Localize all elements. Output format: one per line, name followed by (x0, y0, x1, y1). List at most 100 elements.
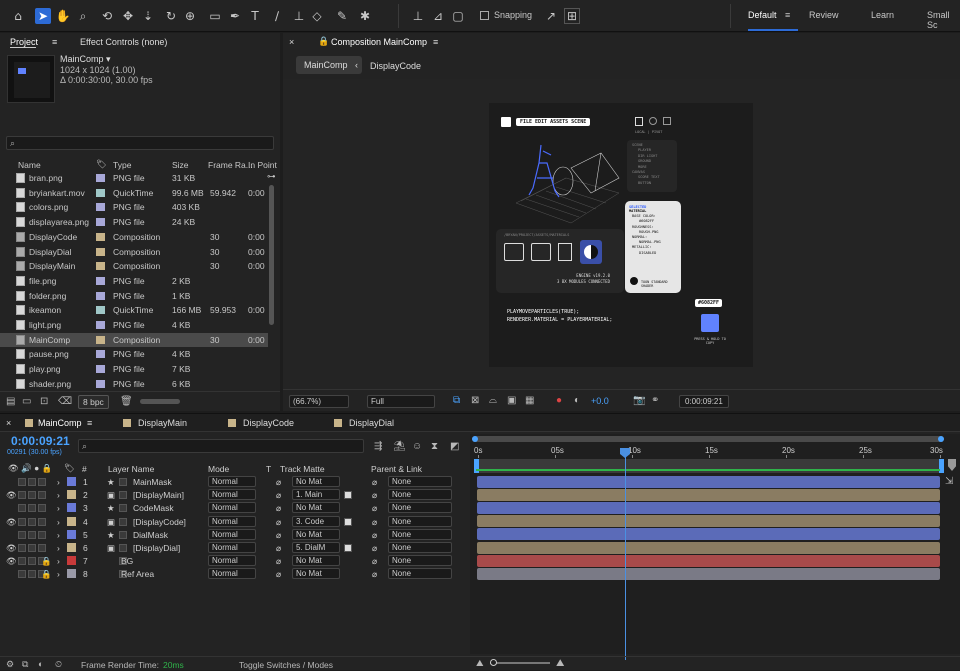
expand-switches-icon[interactable]: ⧉ (22, 659, 28, 670)
channel-icon[interactable]: ● (556, 395, 562, 406)
project-item[interactable]: bran.png PNG file 31 KB (0, 171, 268, 186)
layer-duration-bar[interactable] (477, 554, 940, 567)
project-item[interactable]: file.png PNG file 2 KB (0, 274, 268, 289)
col-name[interactable]: Name (18, 160, 41, 170)
comp-button-icon[interactable]: ⇲ (945, 476, 953, 487)
label-swatch[interactable] (96, 262, 105, 271)
layer-search-input[interactable]: ⌕ (78, 439, 364, 453)
project-item[interactable]: colors.png PNG file 403 KB (0, 200, 268, 215)
project-item[interactable]: ikeamon QuickTime 166 MB 59.953 0:00 (0, 303, 268, 318)
draft-3d-icon[interactable]: ⛱ (393, 441, 406, 452)
label-swatch[interactable] (96, 321, 105, 329)
label-swatch[interactable] (96, 291, 105, 300)
label-swatch[interactable] (96, 174, 105, 182)
frame-blending-icon[interactable]: ⧗ (431, 441, 438, 452)
workspace-learn[interactable]: Learn (871, 10, 894, 20)
layer-duration-bar[interactable] (477, 568, 940, 580)
project-item[interactable]: DisplayCode Composition 30 0:00 (0, 230, 268, 245)
snap-edge-icon[interactable]: ↗ (543, 8, 559, 24)
project-search-input[interactable]: ⌕ (6, 136, 274, 150)
delete-icon[interactable]: 🗑 (120, 396, 133, 407)
puppet-pin-icon[interactable]: ✱ (357, 8, 373, 24)
panel-menu-icon[interactable]: ≡ (433, 37, 438, 47)
pan-behind-icon[interactable]: ⊕ (182, 8, 198, 24)
project-item[interactable]: DisplayMain Composition 30 0:00 (0, 259, 268, 274)
thumbnail-slider[interactable] (140, 399, 180, 404)
home-icon[interactable]: ⌂ (10, 8, 26, 24)
viewer-timecode[interactable]: 0:00:09:21 (679, 395, 729, 408)
render-time-toggle-icon[interactable]: ⚙ (6, 659, 14, 670)
shy-layers-icon[interactable]: ☺ (412, 441, 422, 452)
project-item[interactable]: shader.png PNG file 6 KB (0, 377, 268, 392)
tlab-maincomp[interactable]: MainComp (38, 418, 82, 428)
tlab-displaymain[interactable]: DisplayMain (138, 418, 187, 428)
label-swatch[interactable] (96, 365, 105, 374)
col-track-matte[interactable]: Track Matte (280, 464, 325, 474)
close-tab-icon[interactable]: × (289, 37, 294, 47)
resolution-dropdown[interactable]: Full (367, 395, 435, 408)
bpc-button[interactable]: 8 bpc (78, 395, 109, 409)
in-out-toggle-icon[interactable]: ◐ (38, 659, 43, 669)
dolly-camera-icon[interactable]: ⇣ (140, 8, 156, 24)
label-swatch[interactable] (96, 306, 105, 315)
tab-project[interactable]: Project (10, 37, 38, 47)
mask-visibility-icon[interactable]: ⌓ (489, 395, 497, 406)
label-col-icon[interactable]: 🏷 (96, 159, 107, 170)
grid-guide-icon[interactable]: ▦ (525, 395, 534, 406)
label-swatch[interactable] (96, 379, 105, 388)
col-parent[interactable]: Parent & Link (371, 464, 422, 474)
new-comp-icon[interactable]: ⊡ (40, 396, 48, 407)
eraser-icon[interactable]: ◇ (309, 8, 325, 24)
fast-preview-icon[interactable]: ⧉ (453, 395, 460, 406)
brush-icon[interactable]: ∕ (269, 8, 285, 24)
col-layer-name[interactable]: Layer Name (108, 464, 154, 474)
type-icon[interactable]: T (247, 8, 263, 24)
layer-duration-bar[interactable] (477, 515, 940, 528)
orbit-camera-icon[interactable]: ⟲ (99, 8, 115, 24)
layer-duration-bar[interactable] (477, 488, 940, 501)
comp-canvas[interactable]: FILE EDIT ASSETS SCENE LOCAL | PIVOT SCE… (489, 103, 753, 367)
workspace-menu-icon[interactable]: ≡ (785, 10, 790, 20)
label-swatch[interactable] (96, 335, 105, 344)
snap-grid-icon[interactable]: ⊞ (564, 8, 580, 24)
tab-effect-controls[interactable]: Effect Controls (none) (80, 37, 167, 47)
col-type[interactable]: Type (113, 160, 131, 170)
label-col-icon[interactable]: 🏷 (64, 463, 75, 474)
layer-duration-bar[interactable] (477, 475, 940, 488)
rectangle-icon[interactable]: ▭ (207, 8, 223, 24)
axis-world-icon[interactable]: ⊿ (430, 8, 446, 24)
zoom-icon[interactable]: ⌕ (75, 8, 91, 24)
flowchart-icon[interactable]: ⊶ (267, 171, 276, 182)
project-item[interactable]: MainComp Composition 30 0:00 (0, 332, 268, 348)
label-swatch[interactable] (96, 232, 105, 241)
project-item[interactable]: bryiankart.mov QuickTime 99.6 MB 59.942 0:00 (0, 186, 268, 201)
axis-view-icon[interactable]: ▢ (450, 8, 466, 24)
zoom-dropdown[interactable]: (66.7%) (289, 395, 349, 408)
playhead-line[interactable] (625, 450, 626, 660)
col-mode[interactable]: Mode (208, 464, 229, 474)
label-swatch[interactable] (96, 188, 105, 197)
project-item[interactable]: pause.png PNG file 4 KB (0, 347, 268, 362)
layer-duration-bar[interactable] (477, 541, 940, 554)
comp-name[interactable]: MainComp ▾ (60, 54, 111, 65)
comp-mini-flowchart-icon[interactable]: ⇶ (374, 441, 382, 452)
col-in-point[interactable]: In Point (248, 160, 277, 170)
crumb-maincomp[interactable]: MainComp (296, 56, 362, 74)
layer-duration-bar[interactable] (477, 528, 940, 541)
work-area-bar[interactable] (472, 436, 944, 442)
tlab-displaydial[interactable]: DisplayDial (349, 418, 394, 428)
panel-menu-icon[interactable]: ≡ (52, 37, 57, 47)
axis-local-icon[interactable]: ⊥ (410, 8, 426, 24)
toggle-switches-modes[interactable]: Toggle Switches / Modes (239, 660, 333, 670)
zoom-out-icon[interactable]: ⛰ (476, 658, 484, 669)
project-item[interactable]: displayarea.png PNG file 24 KB (0, 215, 268, 230)
project-scrollbar[interactable] (269, 185, 274, 325)
interpret-footage-icon[interactable]: ▤ (6, 396, 15, 407)
zoom-slider[interactable] (490, 659, 550, 666)
crumb-displaycode[interactable]: DisplayCode (370, 61, 421, 71)
workspace-review[interactable]: Review (809, 10, 839, 20)
trash-icon[interactable]: ⌫ (58, 396, 72, 407)
layer-duration-bar[interactable] (477, 502, 940, 514)
exposure-reset-icon[interactable]: ◐ (574, 395, 580, 406)
clone-stamp-icon[interactable]: ⊥ (291, 8, 307, 24)
